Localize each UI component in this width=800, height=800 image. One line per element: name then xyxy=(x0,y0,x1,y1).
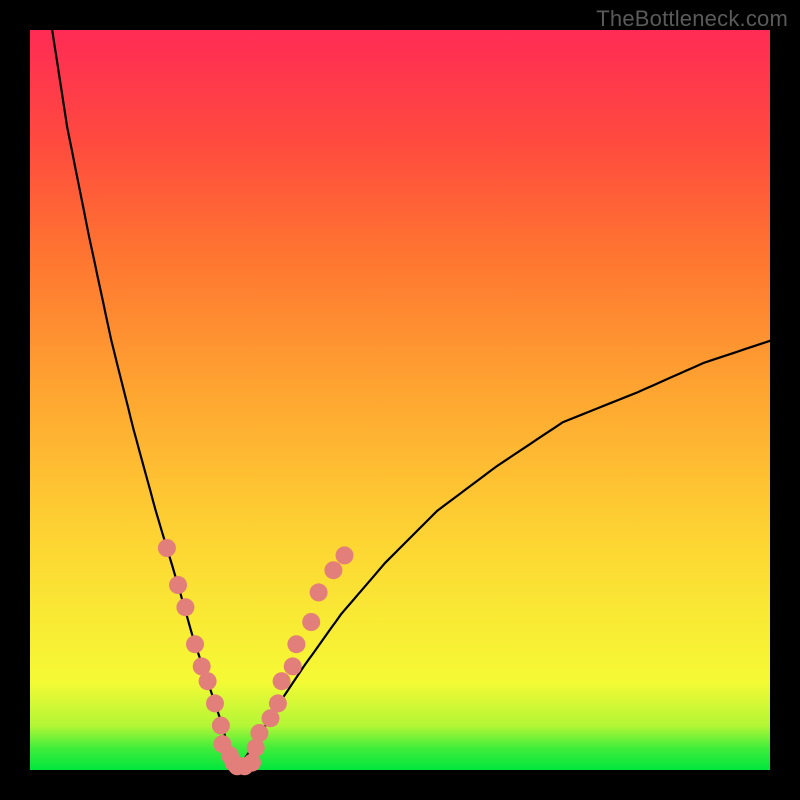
data-point xyxy=(324,561,342,579)
data-point xyxy=(186,635,204,653)
data-point xyxy=(158,539,176,557)
data-point xyxy=(176,598,194,616)
data-point xyxy=(302,613,320,631)
data-point xyxy=(199,672,217,690)
data-point xyxy=(206,694,224,712)
data-point xyxy=(250,724,268,742)
chart-overlay-svg xyxy=(0,0,800,800)
data-point xyxy=(336,546,354,564)
data-point-markers xyxy=(158,539,354,775)
data-point xyxy=(284,657,302,675)
chart-frame: TheBottleneck.com xyxy=(0,0,800,800)
bottleneck-curve xyxy=(52,30,770,770)
data-point xyxy=(287,635,305,653)
data-point xyxy=(169,576,187,594)
data-point xyxy=(310,583,328,601)
bottleneck-curve-path xyxy=(52,30,770,770)
data-point xyxy=(273,672,291,690)
data-point xyxy=(269,694,287,712)
data-point xyxy=(212,717,230,735)
